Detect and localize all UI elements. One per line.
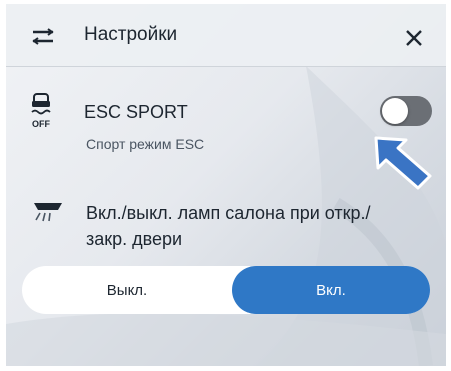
page-title: Настройки <box>84 24 178 45</box>
settings-screen: Настройки OFF ESC SPORT Спорт режим ESC … <box>6 4 446 366</box>
esc-sport-subtitle: Спорт режим ESC <box>86 136 205 152</box>
esc-off-label: OFF <box>32 119 50 129</box>
lamp-on-option[interactable]: Вкл. <box>232 266 430 314</box>
interior-lamp-icon <box>34 203 62 222</box>
menu-sliders-icon[interactable] <box>32 28 54 46</box>
esc-sport-title: ESC SPORT <box>84 102 188 122</box>
esc-sport-toggle[interactable] <box>380 96 432 126</box>
pointer-arrow-icon <box>374 136 432 190</box>
close-icon[interactable] <box>400 24 428 52</box>
header-bar: Настройки <box>6 4 446 67</box>
lamp-segmented-control: Выкл. Вкл. <box>22 266 430 314</box>
interior-lamp-label: Вкл./выкл. ламп салона при откр./закр. д… <box>86 203 371 249</box>
esc-off-icon: OFF <box>31 93 51 129</box>
toggle-knob <box>382 98 408 124</box>
lamp-off-option[interactable]: Выкл. <box>22 266 232 314</box>
